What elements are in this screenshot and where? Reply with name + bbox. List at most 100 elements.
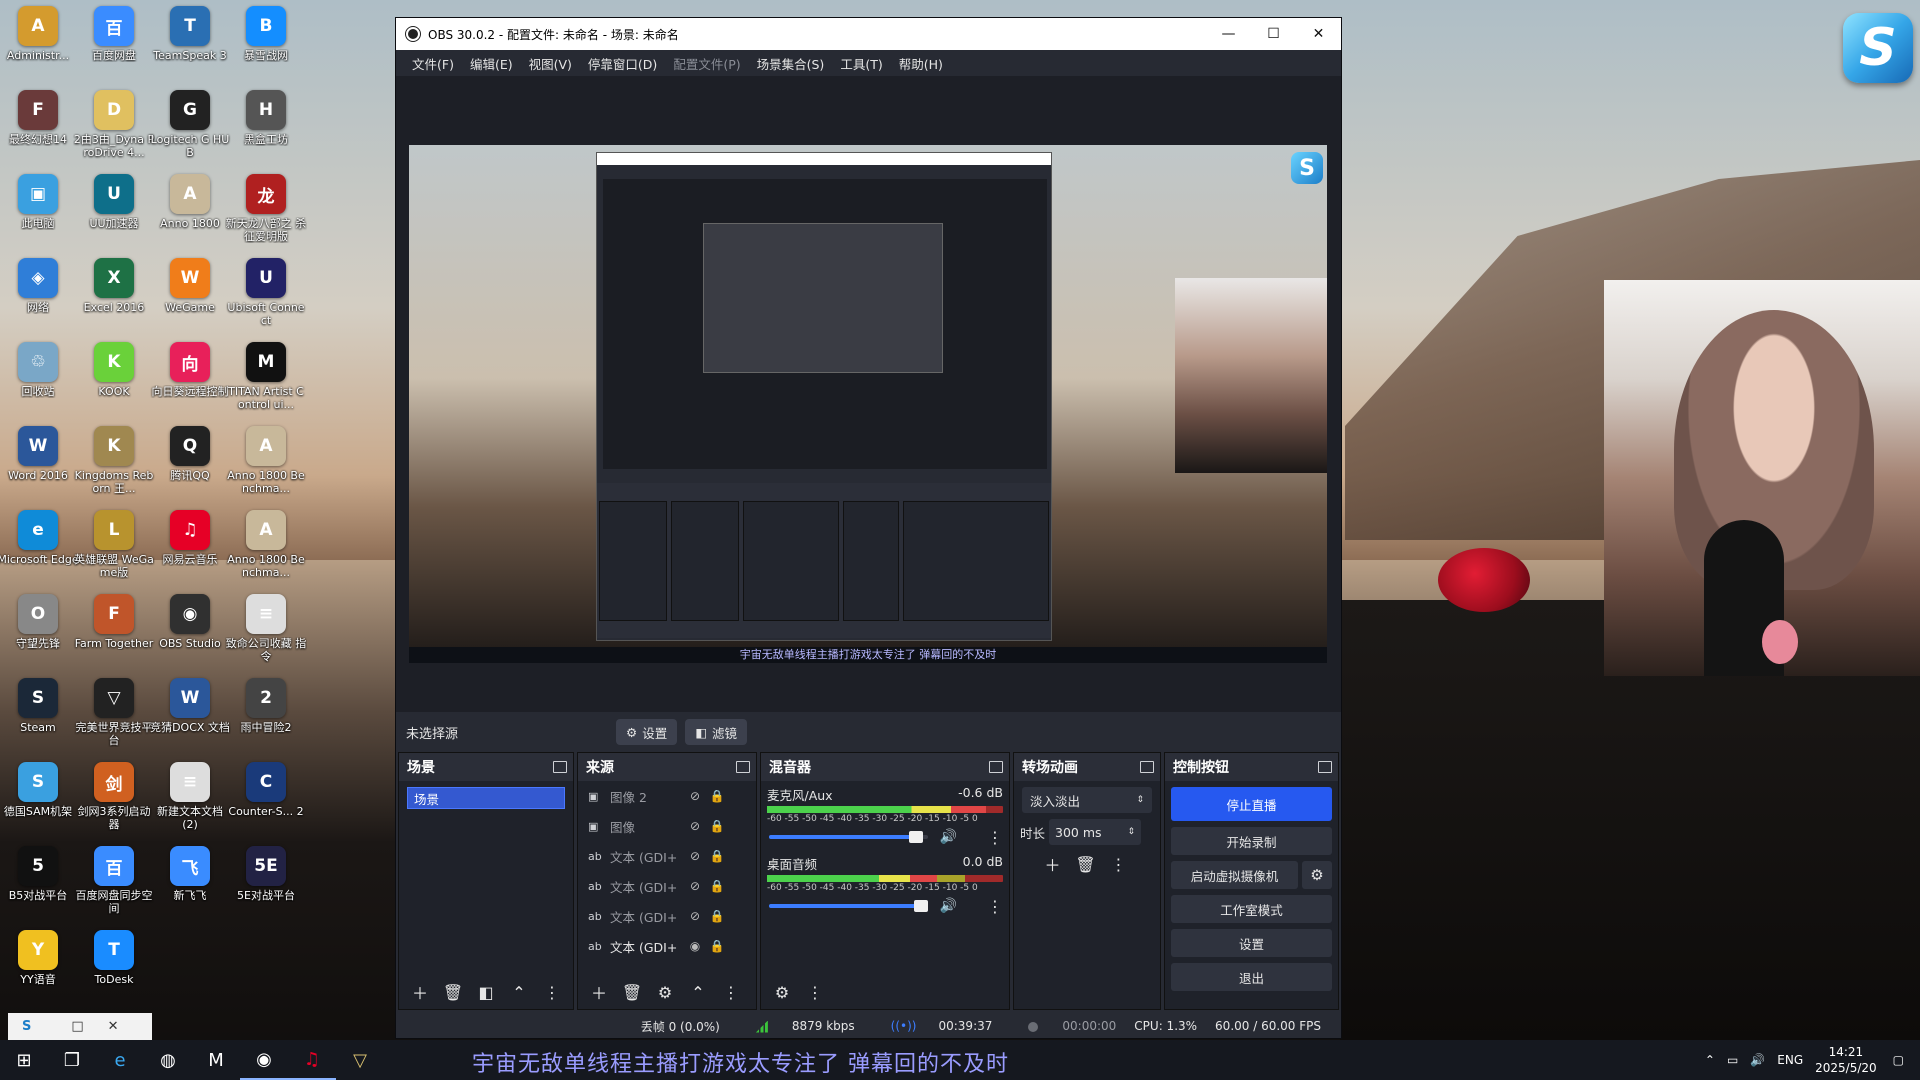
scene-list-item[interactable]: 场景 (407, 787, 565, 809)
mini-maximize-icon[interactable]: □ (71, 1019, 83, 1034)
source-settings-button[interactable]: ⚙ 设置 (616, 719, 678, 745)
source-row[interactable]: ab 文本 (GDI+ ⊘ 🔒 (578, 901, 756, 931)
desktop-icon[interactable]: W Word 2016 (0, 424, 79, 508)
desktop-icon[interactable]: ≡ 新建文本文档 (2) (149, 760, 231, 844)
clock[interactable]: 14:21 2025/5/20 (1815, 1044, 1877, 1076)
source-row[interactable]: ▣ 图像 2 ⊘ 🔒 (578, 781, 756, 811)
volume-slider[interactable] (769, 900, 928, 912)
eye-off-icon[interactable]: ⊘ (684, 819, 706, 833)
desktop-icon[interactable]: O 守望先锋 (0, 592, 79, 676)
desktop-icon[interactable]: L 英雄联盟 WeGame版 (73, 508, 155, 592)
source-row[interactable]: ab 文本 (GDI+ ⊘ 🔒 (578, 841, 756, 871)
eye-off-icon[interactable]: ⊘ (684, 879, 706, 893)
desktop-icon[interactable]: ≡ 致命公司收藏 指令 (225, 592, 307, 676)
lock-icon[interactable]: 🔒 (706, 789, 728, 803)
undock-icon[interactable] (553, 761, 567, 773)
desktop-icon[interactable]: U UU加速器 (73, 172, 155, 256)
desktop-icon[interactable]: B 暴雪战网 (225, 4, 307, 88)
desktop-icon[interactable]: ♲ 回收站 (0, 340, 79, 424)
desktop-icon[interactable]: ▽ 完美世界竞技平台 (73, 676, 155, 760)
move-source-up-button[interactable]: ⌃ (683, 979, 713, 1005)
menu-item[interactable]: 帮助(H) (891, 54, 951, 73)
desktop-icon[interactable]: Q 腾讯QQ (149, 424, 231, 508)
remove-source-button[interactable]: 🗑 (617, 979, 647, 1005)
add-scene-button[interactable]: ＋ (405, 979, 435, 1005)
desktop-icon[interactable]: A Anno 1800 (149, 172, 231, 256)
undock-icon[interactable] (1318, 761, 1332, 773)
desktop-icon[interactable]: M TITAN Artist Control ui... (225, 340, 307, 424)
minimized-window[interactable]: S □ ✕ (8, 1013, 152, 1040)
eye-off-icon[interactable]: ⊘ (684, 909, 706, 923)
menu-item[interactable]: 文件(F) (404, 54, 462, 73)
menu-item[interactable]: 停靠窗口(D) (580, 54, 665, 73)
add-source-button[interactable]: ＋ (584, 979, 614, 1005)
tray-chevron-icon[interactable]: ⌃ (1705, 1053, 1715, 1067)
studio-mode-button[interactable]: 工作室模式 (1171, 895, 1332, 923)
slider-knob[interactable] (908, 831, 923, 843)
volume-slider[interactable] (769, 831, 928, 843)
lock-icon[interactable]: 🔒 (706, 879, 728, 893)
desktop-icon[interactable]: ♫ 网易云音乐 (149, 508, 231, 592)
channel-more-icon[interactable]: ⋮ (987, 897, 1003, 916)
steam-icon[interactable]: ◍ (144, 1040, 192, 1080)
input-language[interactable]: ENG (1777, 1053, 1803, 1067)
desktop-icon[interactable]: K Kingdoms Reborn 王... (73, 424, 155, 508)
move-scene-up-button[interactable]: ⌃ (504, 979, 534, 1005)
desktop-icon[interactable]: S 德国SAM机架 (0, 760, 79, 844)
desktop-icon[interactable]: F 最终幻想14 (0, 88, 79, 172)
transition-more-button[interactable]: ⋮ (1104, 851, 1134, 877)
desktop-icon[interactable]: 剑剑网3系列启动器 (73, 760, 155, 844)
windows-start-icon[interactable]: ⊞ (0, 1040, 48, 1080)
settings-button[interactable]: 设置 (1171, 929, 1332, 957)
lock-icon[interactable]: 🔒 (706, 819, 728, 833)
desktop-icon[interactable]: ▣ 此电脑 (0, 172, 79, 256)
channel-more-icon[interactable]: ⋮ (987, 828, 1003, 847)
desktop-icon[interactable]: 5E 5E对战平台 (225, 844, 307, 928)
netease-music-icon[interactable]: ♫ (288, 1040, 336, 1080)
desktop-icon[interactable]: F Farm Together (73, 592, 155, 676)
desktop-icon[interactable]: ◉ OBS Studio (149, 592, 231, 676)
network-icon[interactable]: ▭ (1727, 1053, 1738, 1067)
source-properties-button[interactable]: ⚙ (650, 979, 680, 1005)
desktop-icon[interactable]: T TeamSpeak 3 (149, 4, 231, 88)
desktop-icon[interactable]: e Microsoft Edge (0, 508, 79, 592)
transition-select[interactable]: 淡入淡出 ⇕ (1022, 787, 1152, 813)
menu-item[interactable]: 场景集合(S) (749, 54, 833, 73)
menu-item[interactable]: 工具(T) (832, 54, 890, 73)
desktop-icon[interactable]: Y YY语音 (0, 928, 79, 1012)
desktop-icon[interactable]: 5 B5对战平台 (0, 844, 79, 928)
advanced-audio-button[interactable]: ⚙ (767, 979, 797, 1005)
desktop-icon[interactable]: G Logitech G HUB (149, 88, 231, 172)
desktop-icon[interactable]: A Anno 1800 Benchma... (225, 424, 307, 508)
titan-icon[interactable]: M (192, 1040, 240, 1080)
desktop-icon[interactable]: A Administr... (0, 4, 79, 88)
remove-scene-button[interactable]: 🗑 (438, 979, 468, 1005)
desktop-icon[interactable]: 2 雨中冒险2 (225, 676, 307, 760)
preview-canvas[interactable]: S 宇宙无敌单线程主播打游戏太专注了 弹幕回的不及时 (409, 145, 1327, 663)
minimize-button[interactable]: — (1206, 18, 1251, 50)
undock-icon[interactable] (736, 761, 750, 773)
desktop-icon[interactable]: 百百度网盘同步空间 (73, 844, 155, 928)
desktop-icon[interactable]: 向向日葵远程控制 (149, 340, 231, 424)
start-record-button[interactable]: 开始录制 (1171, 827, 1332, 855)
perfect-world-icon[interactable]: ▽ (336, 1040, 384, 1080)
source-row[interactable]: ▣ 图像 ⊘ 🔒 (578, 811, 756, 841)
undock-icon[interactable] (989, 761, 1003, 773)
desktop-icon[interactable]: H 黑盒工坊 (225, 88, 307, 172)
lock-icon[interactable]: 🔒 (706, 849, 728, 863)
source-row[interactable]: ab 文本 (GDI+ ◉ 🔒 (578, 931, 756, 961)
maximize-button[interactable]: ☐ (1251, 18, 1296, 50)
stop-stream-button[interactable]: 停止直播 (1171, 787, 1332, 821)
lock-icon[interactable]: 🔒 (706, 939, 728, 953)
eye-off-icon[interactable]: ⊘ (684, 849, 706, 863)
eye-icon[interactable]: ◉ (684, 939, 706, 953)
desktop-icon[interactable]: W WeGame (149, 256, 231, 340)
add-transition-button[interactable]: ＋ (1038, 851, 1068, 877)
task-view-icon[interactable]: ❐ (48, 1040, 96, 1080)
virtual-camera-button[interactable]: 启动虚拟摄像机 (1171, 861, 1298, 889)
remove-transition-button[interactable]: 🗑 (1071, 851, 1101, 877)
desktop-icon[interactable]: A Anno 1800 Benchma... (225, 508, 307, 592)
desktop-icon[interactable]: T ToDesk (73, 928, 155, 1012)
menu-item[interactable]: 视图(V) (521, 54, 580, 73)
desktop-icon[interactable]: S Steam (0, 676, 79, 760)
